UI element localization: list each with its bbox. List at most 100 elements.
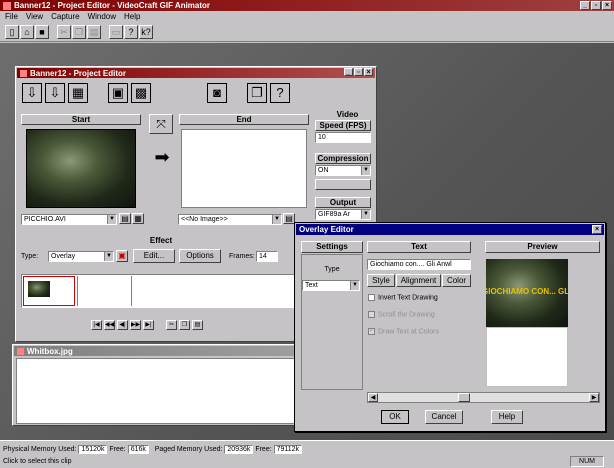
clip-thumbnail <box>28 281 50 297</box>
clapper-icon[interactable]: ▩ <box>131 83 151 103</box>
editor-titlebar[interactable]: Banner12 - Project Editor _ ▫ × <box>17 68 375 78</box>
preview-header: Preview <box>485 241 600 253</box>
ok-button[interactable]: OK <box>381 410 409 424</box>
start-file-button[interactable]: ▤ <box>119 213 131 224</box>
num-lock-indicator: NUM <box>570 456 604 467</box>
overlay-type-select[interactable]: Text ▼ <box>302 280 360 291</box>
status-bar: Physical Memory Used: 15120k Free: 616k … <box>0 440 614 468</box>
scroll-option[interactable]: Scroll the Drawing <box>368 311 435 318</box>
paged-free-label: Free: <box>255 446 272 453</box>
color-button[interactable]: Color <box>442 274 471 287</box>
start-play-button[interactable]: ▦ <box>132 213 144 224</box>
last-frame-icon[interactable]: ▶| <box>143 320 154 330</box>
save-icon[interactable]: ■ <box>35 24 49 39</box>
transition-arrow-icon: ➡ <box>154 147 170 167</box>
end-frame-image[interactable] <box>181 129 307 208</box>
overlay-scrollbar[interactable]: ◀ ▶ <box>367 392 600 403</box>
import-start-icon[interactable]: ⇩ <box>22 83 42 103</box>
properties-icon[interactable]: ❐ <box>247 83 267 103</box>
paste-icon[interactable]: ▤ <box>87 24 101 39</box>
alignment-button[interactable]: Alignment <box>396 274 441 287</box>
maximize-button[interactable]: ▫ <box>591 1 601 10</box>
start-frame-image[interactable] <box>26 129 136 208</box>
cancel-button[interactable]: Cancel <box>425 410 463 424</box>
help-button[interactable]: Help <box>491 410 523 424</box>
print-icon[interactable]: ▭ <box>109 24 123 39</box>
help-icon[interactable]: ? <box>270 83 290 103</box>
overlay-text-input[interactable]: Giochiamo con.... Gli Anwl <box>367 259 471 270</box>
step-back-icon[interactable]: ◀| <box>117 320 128 330</box>
copy-icon[interactable]: ❐ <box>72 24 86 39</box>
compression-header: Compression <box>315 153 371 164</box>
scroll-right-icon[interactable]: ▶ <box>589 393 599 402</box>
copy-frame-icon[interactable]: ❐ <box>179 320 190 330</box>
overlay-title: Overlay Editor <box>299 225 354 234</box>
film-icon[interactable]: ▦ <box>68 83 88 103</box>
effect-preview-button[interactable]: ▣ <box>116 250 128 262</box>
edit-button[interactable]: Edit... <box>133 249 175 263</box>
speed-input[interactable]: 10 <box>315 132 371 143</box>
minimize-button[interactable]: _ <box>580 1 590 10</box>
effect-type-select[interactable]: Overlay ▼ <box>48 251 114 262</box>
app-icon <box>3 1 11 10</box>
options-button[interactable]: Options <box>179 249 221 263</box>
settings-header: Settings <box>301 241 363 253</box>
frames-label: Frames: <box>229 253 255 260</box>
menu-window[interactable]: Window <box>88 11 116 22</box>
cut-icon[interactable]: ✂ <box>57 24 71 39</box>
cut-frame-icon[interactable]: ✂ <box>166 320 177 330</box>
new-icon[interactable]: ▯ <box>5 24 19 39</box>
paged-free-value: 79112k <box>273 445 303 454</box>
physical-free-label: Free: <box>109 446 126 453</box>
editor-title: Banner12 - Project Editor <box>30 68 127 78</box>
end-file-select[interactable]: <<No Image>> ▼ <box>178 214 282 225</box>
play-icon[interactable]: ▶▶ <box>130 320 141 330</box>
delete-frame-icon[interactable]: ▤ <box>192 320 203 330</box>
compression-select[interactable]: ON ▼ <box>315 165 371 176</box>
paged-used-value: 20936k <box>224 445 254 454</box>
first-frame-icon[interactable]: |◀ <box>91 320 102 330</box>
app-title: Banner12 - Project Editor - VideoCraft G… <box>14 1 211 10</box>
output-header: Output <box>315 197 371 208</box>
editor-icon <box>20 69 27 77</box>
transition-tool-icon[interactable]: ⤧ <box>149 114 173 134</box>
menu-view[interactable]: View <box>26 11 43 22</box>
editor-close-button[interactable]: × <box>364 68 373 76</box>
import-end-icon[interactable]: ⇩ <box>45 83 65 103</box>
status-hint: Click to select this clip <box>3 458 72 465</box>
invert-option[interactable]: Invert Text Drawing <box>368 294 438 301</box>
prev-frame-icon[interactable]: ◀◀ <box>104 320 115 330</box>
timeline-clip[interactable] <box>23 276 75 306</box>
context-help-icon[interactable]: k? <box>139 24 153 39</box>
about-icon[interactable]: ? <box>124 24 138 39</box>
capture-icon[interactable]: ▣ <box>108 83 128 103</box>
menu-help[interactable]: Help <box>124 11 140 22</box>
draw-colors-label: Draw Text at Colors <box>378 328 439 336</box>
frames-input[interactable]: 14 <box>256 251 278 262</box>
output-select[interactable]: GIF89a Ar ▼ <box>315 209 371 220</box>
physical-free-value: 616k <box>127 445 149 454</box>
draw-colors-checkbox[interactable]: ✓ <box>368 328 375 335</box>
editor-minimize-button[interactable]: _ <box>344 68 353 76</box>
menu-capture[interactable]: Capture <box>51 11 79 22</box>
overlay-titlebar[interactable]: Overlay Editor × <box>296 224 604 235</box>
app-titlebar[interactable]: Banner12 - Project Editor - VideoCraft G… <box>0 0 614 11</box>
invert-checkbox[interactable] <box>368 294 375 301</box>
camera-icon[interactable]: ◙ <box>207 83 227 103</box>
text-header: Text <box>367 241 471 253</box>
menu-file[interactable]: File <box>5 11 18 22</box>
scroll-thumb[interactable] <box>458 393 470 402</box>
style-button[interactable]: Style <box>367 274 395 287</box>
settings-panel <box>301 254 363 390</box>
overlay-close-button[interactable]: × <box>592 225 602 234</box>
bitmap-icon <box>17 347 24 355</box>
start-file-select[interactable]: PICCHIO.AVI ▼ <box>21 214 117 225</box>
draw-colors-option[interactable]: ✓ Draw Text at Colors <box>368 328 439 335</box>
invert-label: Invert Text Drawing <box>378 294 438 302</box>
scroll-checkbox[interactable] <box>368 311 375 318</box>
close-button[interactable]: × <box>602 1 612 10</box>
open-icon[interactable]: ⌂ <box>20 24 34 39</box>
scroll-left-icon[interactable]: ◀ <box>368 393 378 402</box>
editor-maximize-button[interactable]: ▫ <box>354 68 363 76</box>
compression-settings-button[interactable] <box>315 179 371 190</box>
